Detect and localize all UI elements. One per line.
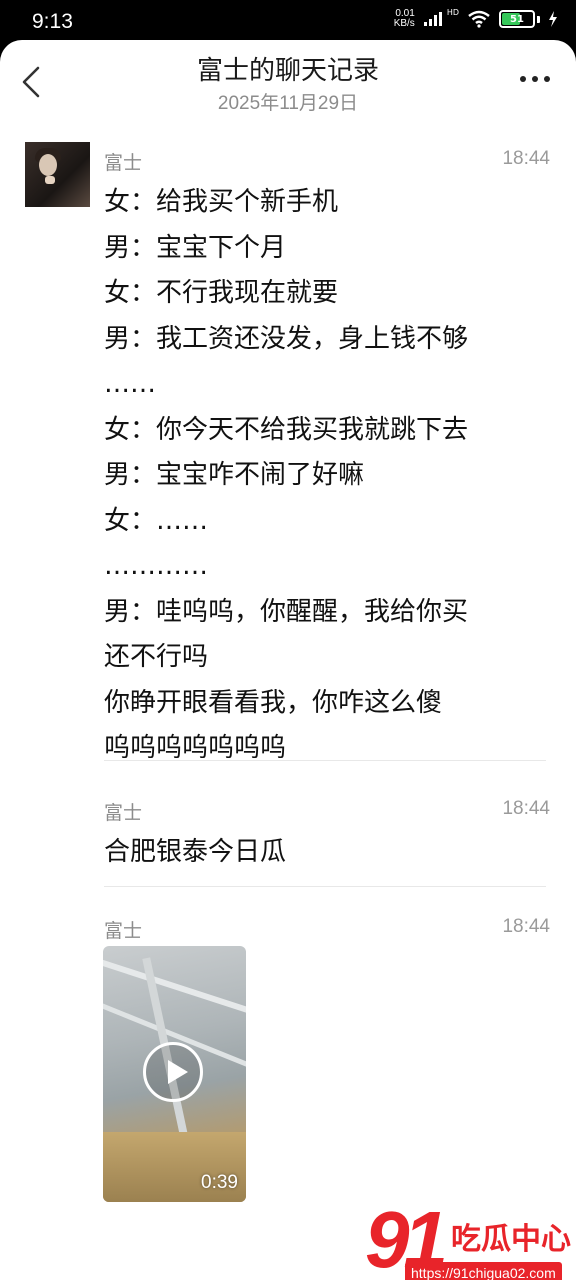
wifi-icon (468, 10, 490, 28)
message-line: 还不行吗 (104, 642, 209, 672)
avatar-hand (45, 176, 55, 184)
message-line: 呜呜呜呜呜呜呜 (104, 733, 287, 763)
watermark-name: 吃瓜中心 (451, 1222, 571, 1257)
watermark-url: https://91chigua02.com (405, 1262, 562, 1280)
avatar-face (39, 154, 57, 176)
message-item[interactable]: 富士 18:44 合肥银泰今日瓜 (104, 798, 554, 888)
page-title: 富士的聊天记录 (196, 56, 379, 86)
message-time: 18:44 (502, 148, 550, 169)
status-icons: 0.01 KB/s HD 51 (394, 7, 558, 29)
chat-record-card: 富士的聊天记录 2025年11月29日 富士 18:44 女：给我买个新手机 男… (0, 40, 576, 1280)
message-line: 你睁开眼看看我，你咋这么傻 (104, 687, 443, 718)
message-line: 女：你今天不给我买我就跳下去 (104, 414, 469, 445)
watermark: 91 吃瓜中心 https://91chigua02.com (365, 1195, 571, 1280)
hd-label: HD (446, 7, 459, 17)
message-divider (104, 886, 546, 887)
signal-icon (423, 12, 442, 26)
message-line: 男：我工资还没发，身上钱不够 (104, 323, 469, 354)
avatar[interactable] (25, 142, 90, 207)
message-line: …… (104, 369, 156, 399)
sender-name: 富士 (104, 152, 143, 174)
video-thumbnail[interactable]: 0:39 (103, 946, 246, 1202)
message-line: 女：…… (104, 505, 209, 536)
message-line: 男：哇呜呜，你醒醒，我给你买 (104, 596, 469, 627)
message-item: 富士 18:44 (104, 916, 554, 946)
message-line: 男：宝宝下个月 (104, 232, 287, 263)
message-time: 18:44 (502, 798, 550, 819)
message-divider (104, 760, 546, 761)
status-time: 9:13 (32, 10, 73, 33)
more-options-button[interactable] (520, 76, 550, 82)
page-date: 2025年11月29日 (217, 93, 359, 114)
message-line: 合肥银泰今日瓜 (104, 837, 287, 867)
charging-icon (549, 11, 557, 27)
message-time: 18:44 (502, 916, 550, 937)
message-line: 女：给我买个新手机 (104, 187, 339, 217)
network-speed: 0.01 KB/s (394, 9, 415, 29)
video-duration: 0:39 (201, 1172, 238, 1193)
sender-name: 富士 (104, 920, 143, 942)
battery-level: 51 (510, 13, 524, 25)
message-text: 女：给我买个新手机 男：宝宝下个月 女：不行我现在就要 男：我工资还没发，身上钱… (104, 182, 554, 774)
more-dot-icon (532, 76, 538, 82)
battery-tip (537, 15, 540, 23)
more-dot-icon (520, 76, 526, 82)
battery-icon: 51 (499, 10, 535, 28)
status-bar: 9:13 0.01 KB/s HD 51 (0, 0, 576, 44)
message-line: ………… (104, 551, 208, 581)
message-text: 合肥银泰今日瓜 (104, 832, 554, 878)
play-icon[interactable] (143, 1042, 203, 1102)
message-line: 女：不行我现在就要 (104, 278, 339, 308)
sender-name: 富士 (104, 802, 143, 824)
message-item[interactable]: 富士 18:44 女：给我买个新手机 男：宝宝下个月 女：不行我现在就要 男：我… (104, 148, 554, 788)
network-speed-unit: KB/s (393, 18, 415, 29)
message-line: 男：宝宝咋不闹了好嘛 (104, 460, 365, 490)
more-dot-icon (544, 76, 550, 82)
